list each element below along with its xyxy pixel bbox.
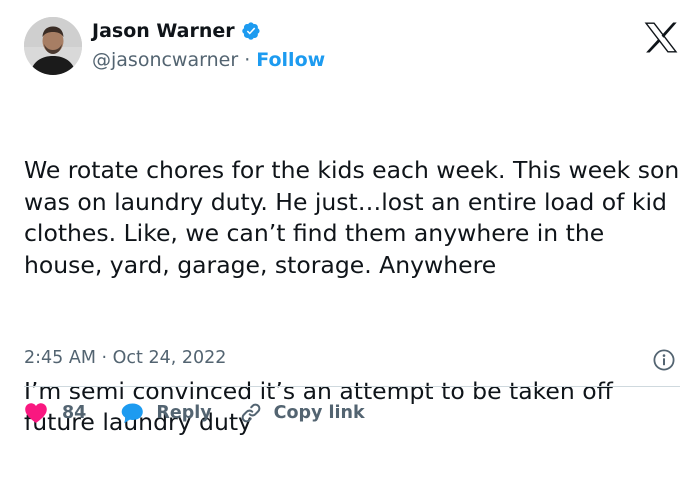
follow-button[interactable]: Follow [256,49,325,71]
author-name[interactable]: Jason Warner [92,20,235,42]
tweet-paragraph: We rotate chores for the kids each week.… [24,156,687,279]
x-logo-icon[interactable] [644,22,678,53]
verified-badge-icon [241,21,261,41]
reply-button[interactable]: Reply [120,402,212,424]
like-count: 84 [62,403,87,423]
avatar-image [24,17,82,75]
tweet-timestamp[interactable]: 2:45 AM · Oct 24, 2022 [24,348,226,368]
tweet-text: We rotate chores for the kids each week.… [24,92,684,502]
copy-link-button[interactable]: Copy link [240,402,365,424]
like-button[interactable]: 84 [24,402,86,424]
action-bar: 84 Reply Copy link [24,398,365,428]
separator-dot: · [244,49,251,71]
author-handle[interactable]: @jasoncwarner [92,49,238,71]
divider [24,386,680,387]
tweet-card: Jason Warner @jasoncwarner · Follow We r… [0,0,700,440]
info-icon[interactable] [653,349,675,371]
author-name-row: Jason Warner [92,20,261,42]
handle-row: @jasoncwarner · Follow [92,49,325,71]
copy-link-label: Copy link [273,403,365,423]
reply-bubble-icon [122,403,144,424]
link-icon [241,403,261,423]
avatar[interactable] [24,17,82,75]
heart-icon [25,403,47,423]
reply-label: Reply [156,403,212,423]
